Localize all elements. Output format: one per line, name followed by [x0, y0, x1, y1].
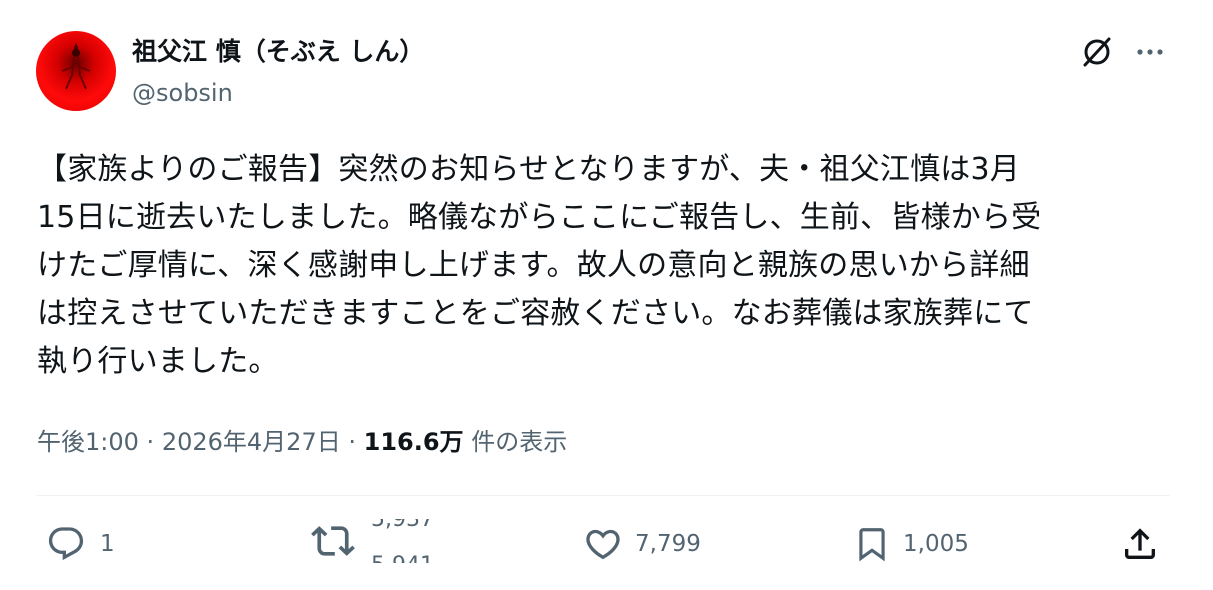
- retweet-count: 5,937 5,941: [371, 519, 441, 563]
- reply-icon: [48, 527, 84, 561]
- meta-separator: ·: [348, 428, 356, 456]
- more-icon[interactable]: [1133, 40, 1167, 64]
- retweet-icon: [311, 526, 355, 556]
- meta-separator: ·: [146, 428, 155, 456]
- heart-icon: [586, 529, 620, 560]
- bookmark-count: 1,005: [903, 531, 969, 557]
- retweet-count-new: 5,941: [371, 555, 434, 564]
- retweet-count-old: 5,937: [371, 519, 434, 532]
- avatar-figure: [61, 43, 91, 90]
- views-count[interactable]: 116.6万: [364, 428, 464, 456]
- avatar[interactable]: [36, 31, 116, 111]
- share-button[interactable]: [1120, 524, 1160, 564]
- retweet-button[interactable]: 5,937 5,941: [311, 519, 441, 563]
- like-button[interactable]: 7,799: [583, 524, 701, 564]
- user-handle[interactable]: @sobsin: [132, 77, 233, 109]
- tweet-time[interactable]: 午後1:00: [37, 428, 139, 456]
- divider: [36, 495, 1170, 496]
- tweet-card: 祖父江 慎（そぶえ しん） @sobsin 【家族よりのご報告】突然のお知らせと…: [0, 0, 1213, 590]
- views-label[interactable]: 件の表示: [471, 428, 567, 456]
- like-count: 7,799: [635, 531, 701, 557]
- grok-icon[interactable]: [1080, 35, 1114, 69]
- tweet-date[interactable]: 2026年4月27日: [162, 428, 341, 456]
- tweet-text: 【家族よりのご報告】突然のお知らせとなりますが、夫・祖父江慎は3月 15日に逝去…: [37, 152, 1042, 379]
- tweet-meta: 午後1:00 · 2026年4月27日 · 116.6万 件の表示: [37, 424, 567, 460]
- display-name[interactable]: 祖父江 慎（そぶえ しん）: [132, 34, 424, 70]
- share-icon: [1125, 528, 1155, 559]
- bookmark-button[interactable]: 1,005: [853, 524, 969, 564]
- reply-count: 1: [100, 531, 115, 557]
- bookmark-icon: [859, 528, 885, 562]
- reply-button[interactable]: 1: [46, 524, 115, 564]
